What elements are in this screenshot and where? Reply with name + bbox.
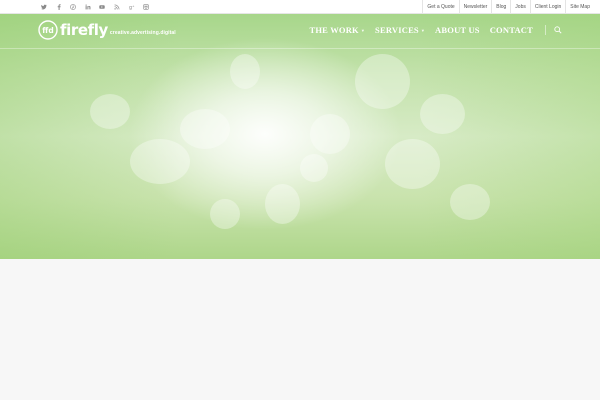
chevron-down-icon: ▼: [360, 27, 366, 33]
instagram-icon[interactable]: [139, 0, 153, 13]
logo-wordmark: firefly: [60, 20, 108, 39]
linkedin-icon[interactable]: [81, 0, 95, 13]
rss-icon[interactable]: [110, 0, 124, 13]
bokeh-light: [420, 94, 465, 134]
firefly-logo-mark: ffd: [38, 20, 58, 40]
site-header: ffd firefly creative.advertising.digital…: [0, 14, 600, 50]
client-login-link[interactable]: Client Login: [529, 0, 565, 13]
logo-mark-text: ffd: [42, 26, 53, 35]
bokeh-light: [385, 139, 440, 189]
nav-item-label: SERVICES: [375, 25, 419, 35]
nav-item-the-work[interactable]: THE WORK ▼: [309, 25, 365, 35]
get-a-quote-link[interactable]: Get a Quote: [422, 0, 458, 13]
social-links: g +: [0, 0, 154, 13]
twitter-icon[interactable]: [37, 0, 51, 13]
bokeh-light: [265, 184, 300, 224]
google-plus-icon[interactable]: g +: [125, 0, 139, 13]
main-nav: THE WORK ▼ SERVICES ▼ ABOUT US CONTACT: [299, 25, 562, 35]
nav-item-services[interactable]: SERVICES ▼: [375, 25, 425, 35]
nav-item-label: CONTACT: [489, 25, 533, 35]
bokeh-light: [180, 109, 230, 149]
nav-item-label: THE WORK: [309, 25, 359, 35]
top-utility-bar: g + Get a Quote Newsletter Blog Jobs Clie…: [0, 0, 600, 14]
bokeh-light: [355, 54, 410, 109]
site-logo[interactable]: ffd firefly creative.advertising.digital: [38, 20, 176, 40]
nav-separator: [545, 25, 546, 35]
page-content: [0, 259, 600, 400]
facebook-icon[interactable]: [52, 0, 66, 13]
nav-item-label: ABOUT US: [435, 25, 480, 35]
bokeh-light: [300, 154, 328, 182]
utility-links: Get a Quote Newsletter Blog Jobs Client …: [422, 0, 600, 13]
bokeh-light: [130, 139, 190, 184]
bokeh-light: [230, 54, 260, 89]
logo-tagline: creative.advertising.digital: [109, 30, 176, 36]
nav-item-contact[interactable]: CONTACT: [490, 25, 533, 35]
bokeh-light: [210, 199, 240, 229]
jobs-link[interactable]: Jobs: [510, 0, 530, 13]
site-map-link[interactable]: Site Map: [565, 0, 600, 13]
hero-banner: ffd firefly creative.advertising.digital…: [0, 14, 600, 259]
nav-item-about-us[interactable]: ABOUT US: [435, 25, 480, 35]
chevron-down-icon: ▼: [420, 27, 426, 33]
svg-text:+: +: [132, 4, 135, 8]
bokeh-light: [450, 184, 490, 220]
blog-link[interactable]: Blog: [491, 0, 510, 13]
pinterest-icon[interactable]: [66, 0, 80, 13]
newsletter-link[interactable]: Newsletter: [458, 0, 492, 13]
youtube-icon[interactable]: [95, 0, 109, 13]
bokeh-light: [90, 94, 130, 129]
search-icon[interactable]: [554, 26, 562, 34]
bokeh-light: [310, 114, 350, 154]
